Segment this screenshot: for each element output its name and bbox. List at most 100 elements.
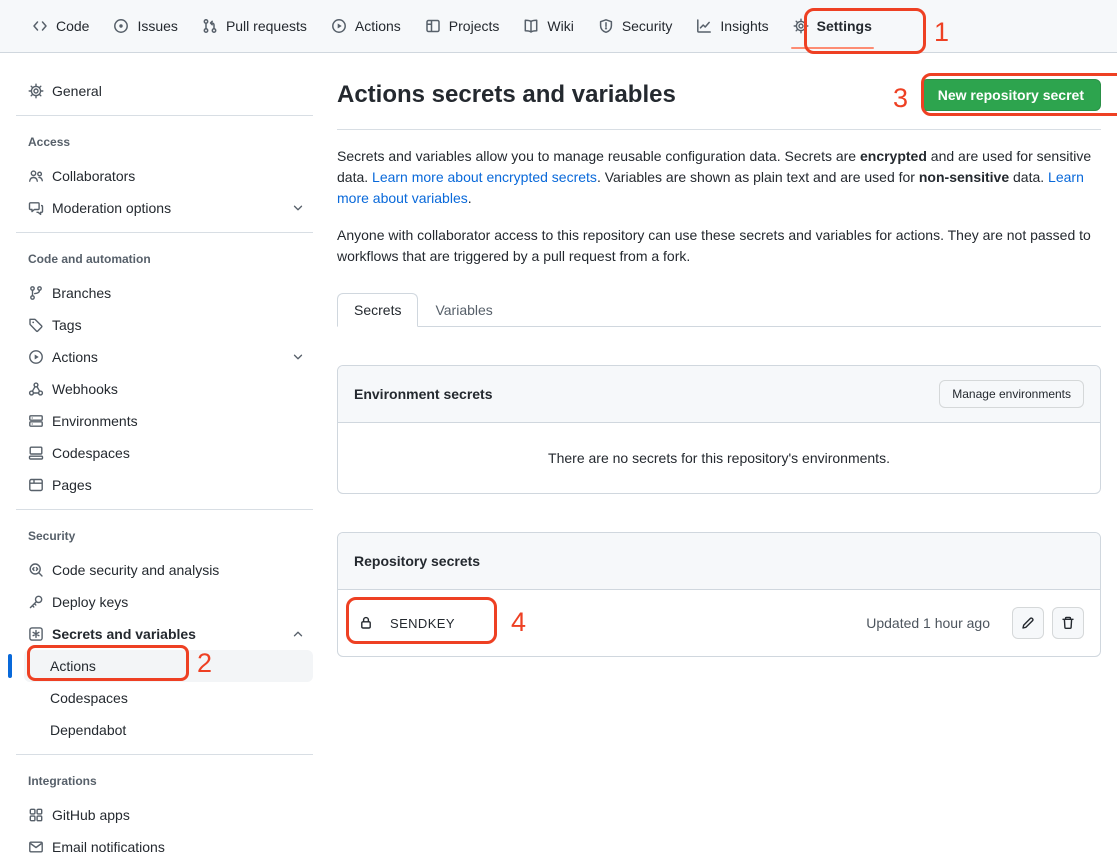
comment-discussion-icon bbox=[28, 200, 44, 216]
sidebar-item-label: Collaborators bbox=[52, 168, 135, 184]
play-icon bbox=[28, 349, 44, 365]
tab-label: Wiki bbox=[547, 18, 573, 34]
collaborator-access-paragraph: Anyone with collaborator access to this … bbox=[337, 225, 1101, 267]
chevron-down-icon bbox=[291, 201, 305, 215]
tab-variables[interactable]: Variables bbox=[418, 293, 509, 327]
secrets-variables-tabnav: Secrets Variables bbox=[337, 293, 1101, 327]
intro-paragraph: Secrets and variables allow you to manag… bbox=[337, 146, 1101, 209]
graph-icon bbox=[696, 18, 712, 34]
gear-icon bbox=[28, 83, 44, 99]
sidebar-section-code-automation: Code and automation bbox=[24, 249, 313, 269]
sidebar-item-general[interactable]: General bbox=[24, 75, 313, 107]
sidebar-item-moderation-options[interactable]: Moderation options bbox=[24, 192, 313, 224]
manage-environments-button[interactable]: Manage environments bbox=[939, 380, 1084, 408]
sidebar-item-email-notifications[interactable]: Email notifications bbox=[24, 831, 313, 863]
git-branch-icon bbox=[28, 285, 44, 301]
tab-actions[interactable]: Actions bbox=[323, 0, 409, 52]
intro-text: . Variables are shown as plain text and … bbox=[597, 169, 919, 185]
key-icon bbox=[28, 594, 44, 610]
sidebar-item-collaborators[interactable]: Collaborators bbox=[24, 160, 313, 192]
environment-secrets-empty-state: There are no secrets for this repository… bbox=[338, 423, 1100, 493]
sidebar-item-actions[interactable]: Actions bbox=[24, 341, 313, 373]
sidebar-item-codespaces[interactable]: Codespaces bbox=[24, 437, 313, 469]
tab-wiki[interactable]: Wiki bbox=[515, 0, 581, 52]
sidebar-subitem-codespaces[interactable]: Codespaces bbox=[24, 682, 313, 714]
project-icon bbox=[425, 18, 441, 34]
tab-pull-requests[interactable]: Pull requests bbox=[194, 0, 315, 52]
sidebar-section-security: Security bbox=[24, 526, 313, 546]
tab-label: Insights bbox=[720, 18, 768, 34]
sidebar-item-label: Moderation options bbox=[52, 200, 171, 216]
tab-issues[interactable]: Issues bbox=[105, 0, 185, 52]
main-content: Actions secrets and variables New reposi… bbox=[321, 53, 1117, 657]
apps-grid-icon bbox=[28, 807, 44, 823]
code-icon bbox=[32, 18, 48, 34]
sidebar-item-label: Secrets and variables bbox=[52, 626, 196, 642]
secret-row-sendkey: SENDKEY Updated 1 hour ago bbox=[338, 590, 1100, 656]
people-icon bbox=[28, 168, 44, 184]
intro-text: Secrets and variables allow you to manag… bbox=[337, 148, 860, 164]
sidebar-item-pages[interactable]: Pages bbox=[24, 469, 313, 501]
sidebar-item-label: Code security and analysis bbox=[52, 562, 219, 578]
new-repository-secret-button[interactable]: New repository secret bbox=[921, 79, 1101, 111]
sidebar-item-label: Dependabot bbox=[50, 722, 126, 738]
tab-security[interactable]: Security bbox=[590, 0, 681, 52]
tag-icon bbox=[28, 317, 44, 333]
sidebar-item-code-security[interactable]: Code security and analysis bbox=[24, 554, 313, 586]
sidebar-section-integrations: Integrations bbox=[24, 771, 313, 791]
edit-secret-button[interactable] bbox=[1012, 607, 1044, 639]
sidebar-divider bbox=[16, 509, 313, 510]
codescan-icon bbox=[28, 562, 44, 578]
tab-label: Projects bbox=[449, 18, 500, 34]
link-encrypted-secrets[interactable]: Learn more about encrypted secrets bbox=[372, 169, 597, 185]
environment-secrets-header: Environment secrets Manage environments bbox=[338, 366, 1100, 423]
tab-label: Issues bbox=[137, 18, 177, 34]
page-header: Actions secrets and variables New reposi… bbox=[337, 79, 1101, 130]
sidebar-item-label: Webhooks bbox=[52, 381, 118, 397]
sidebar-item-label: Actions bbox=[50, 658, 96, 674]
tab-secrets[interactable]: Secrets bbox=[337, 293, 418, 327]
sidebar-item-webhooks[interactable]: Webhooks bbox=[24, 373, 313, 405]
mail-icon bbox=[28, 839, 44, 855]
sidebar-divider bbox=[16, 754, 313, 755]
sidebar-item-github-apps[interactable]: GitHub apps bbox=[24, 799, 313, 831]
play-icon bbox=[331, 18, 347, 34]
tab-insights[interactable]: Insights bbox=[688, 0, 776, 52]
repository-secrets-box: Repository secrets SENDKEY Updated 1 hou… bbox=[337, 532, 1101, 657]
repo-tab-bar: Code Issues Pull requests Actions Projec… bbox=[0, 0, 1117, 53]
sidebar-item-secrets-and-variables[interactable]: Secrets and variables bbox=[24, 618, 313, 650]
secret-updated-text: Updated 1 hour ago bbox=[866, 615, 990, 631]
secret-name-wrap: SENDKEY bbox=[354, 615, 455, 631]
sidebar-item-branches[interactable]: Branches bbox=[24, 277, 313, 309]
repository-secrets-title: Repository secrets bbox=[354, 553, 480, 569]
sidebar-subitem-actions[interactable]: Actions bbox=[24, 650, 313, 682]
book-icon bbox=[523, 18, 539, 34]
webhook-icon bbox=[28, 381, 44, 397]
environment-secrets-title: Environment secrets bbox=[354, 386, 493, 402]
tab-code[interactable]: Code bbox=[24, 0, 97, 52]
tab-projects[interactable]: Projects bbox=[417, 0, 508, 52]
sidebar-item-environments[interactable]: Environments bbox=[24, 405, 313, 437]
codespaces-icon bbox=[28, 445, 44, 461]
sidebar-section-access: Access bbox=[24, 132, 313, 152]
trash-icon bbox=[1060, 615, 1076, 631]
sidebar-subitem-dependabot[interactable]: Dependabot bbox=[24, 714, 313, 746]
tab-settings[interactable]: Settings bbox=[785, 0, 880, 52]
secret-name: SENDKEY bbox=[390, 616, 455, 631]
browser-icon bbox=[28, 477, 44, 493]
delete-secret-button[interactable] bbox=[1052, 607, 1084, 639]
shield-icon bbox=[598, 18, 614, 34]
sidebar-item-label: Email notifications bbox=[52, 839, 165, 855]
sidebar-item-label: GitHub apps bbox=[52, 807, 130, 823]
tab-label: Security bbox=[622, 18, 673, 34]
sidebar-item-tags[interactable]: Tags bbox=[24, 309, 313, 341]
sidebar-item-label: Deploy keys bbox=[52, 594, 128, 610]
sidebar-divider bbox=[16, 232, 313, 233]
issue-opened-icon bbox=[113, 18, 129, 34]
sidebar-item-label: Branches bbox=[52, 285, 111, 301]
environment-secrets-box: Environment secrets Manage environments … bbox=[337, 365, 1101, 494]
chevron-down-icon bbox=[291, 350, 305, 364]
chevron-up-icon bbox=[291, 627, 305, 641]
sidebar-item-deploy-keys[interactable]: Deploy keys bbox=[24, 586, 313, 618]
intro-bold-non-sensitive: non-sensitive bbox=[919, 169, 1009, 185]
